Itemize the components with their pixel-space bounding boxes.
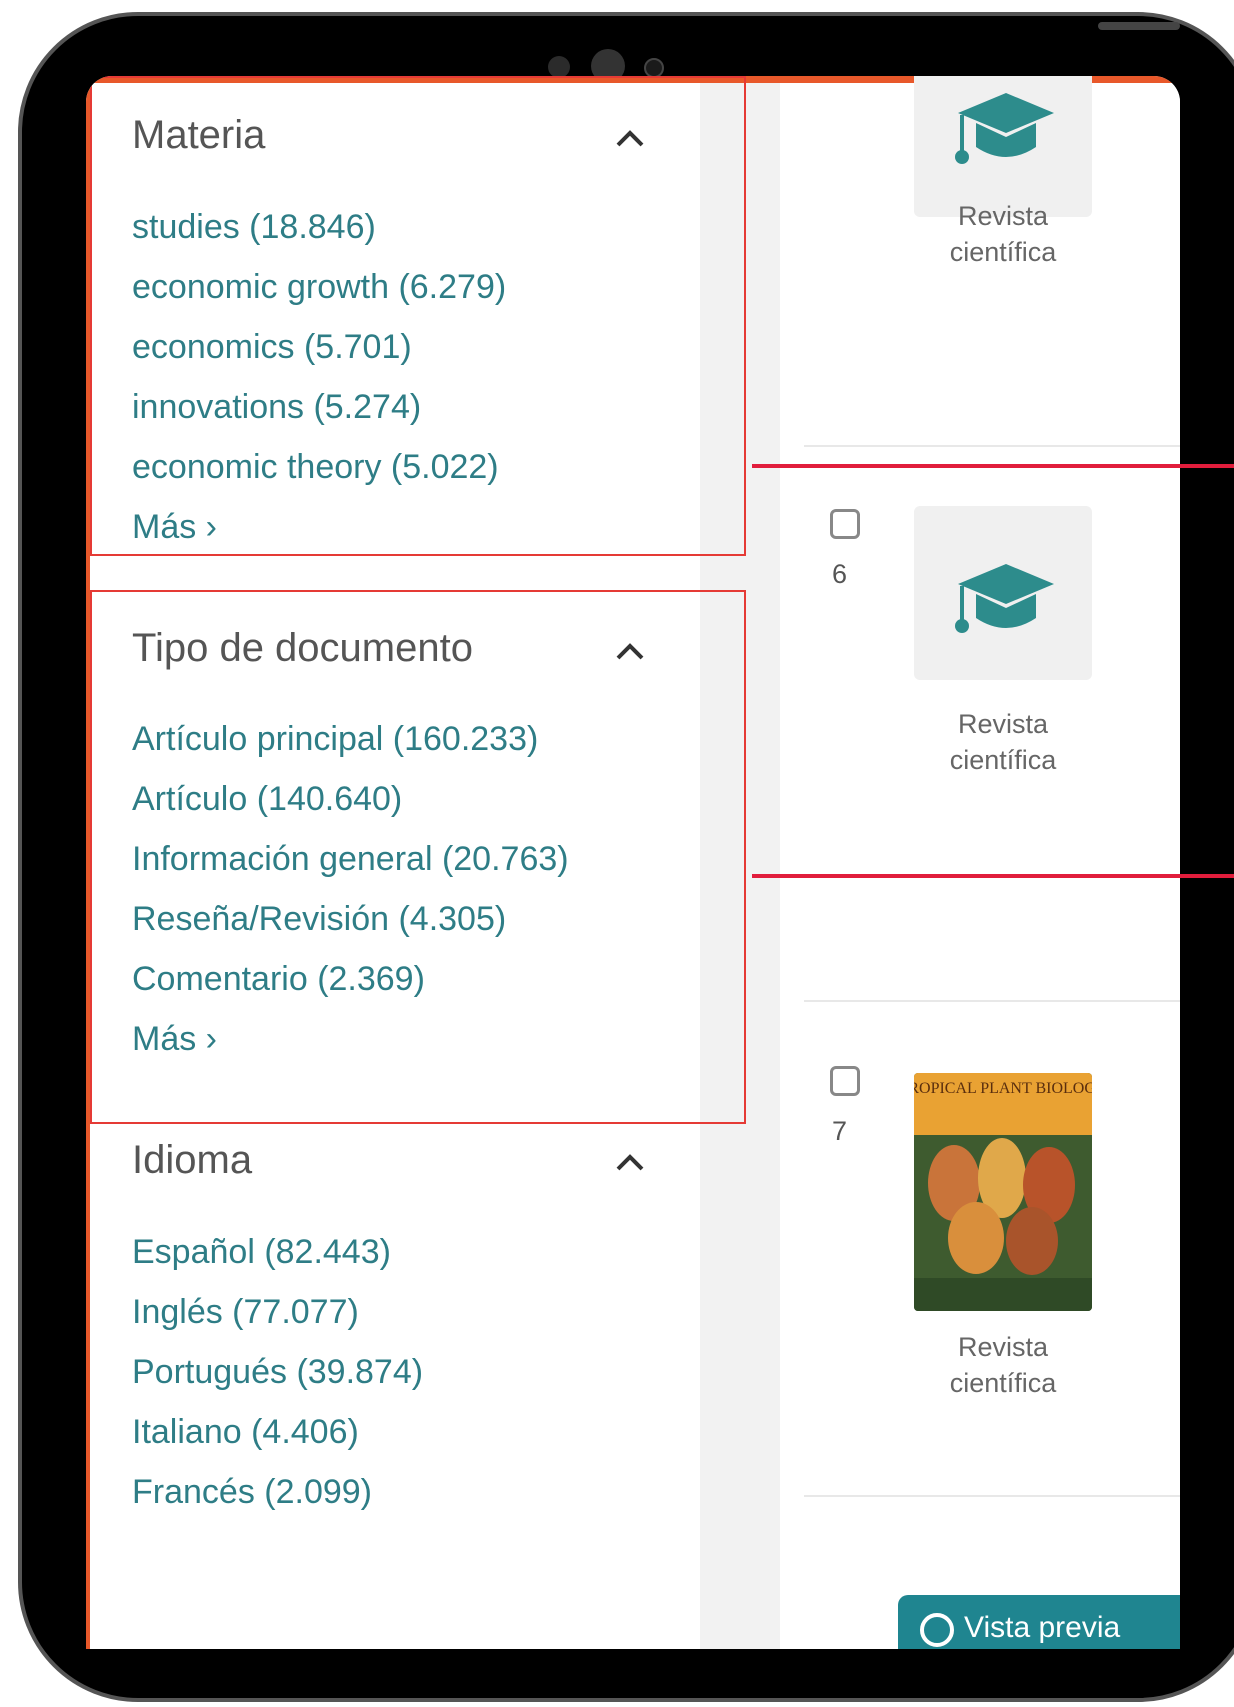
- preview-button[interactable]: Vista previa: [898, 1595, 1180, 1649]
- camera-flash: [644, 58, 664, 78]
- eye-icon: [920, 1613, 954, 1647]
- type-line: científica: [949, 237, 1057, 267]
- result-type: Revista científica: [914, 198, 1092, 270]
- type-line: científica: [949, 1368, 1057, 1398]
- callout-line-tipo: [752, 874, 1234, 878]
- result-number: 6: [832, 559, 848, 589]
- cover-image: TROPICAL PLANT BIOLOGY: [914, 1073, 1092, 1311]
- power-button: [1098, 22, 1180, 30]
- screen: Materia studies (18.846) economic growth…: [86, 76, 1180, 1649]
- divider: [804, 1000, 1180, 1002]
- graduation-cap-icon: [955, 93, 1054, 164]
- type-line: Revista: [957, 709, 1049, 739]
- type-line: Revista: [957, 1332, 1049, 1362]
- facet-item[interactable]: Italiano (4.406): [132, 1413, 359, 1452]
- result-type: Revista científica: [914, 706, 1092, 778]
- preview-button-label: Vista previa: [964, 1611, 1121, 1644]
- select-checkbox[interactable]: [830, 509, 860, 539]
- type-line: Revista: [957, 201, 1049, 231]
- facet-item[interactable]: Francés (2.099): [132, 1473, 372, 1512]
- callout-line-materia: [752, 464, 1234, 468]
- left-accent-bar: [86, 76, 90, 1649]
- highlight-tipo: [90, 590, 746, 1124]
- highlight-materia: [90, 76, 746, 556]
- chevron-up-icon[interactable]: [610, 1143, 650, 1183]
- result-type: Revista científica: [914, 1329, 1092, 1401]
- journal-cover[interactable]: TROPICAL PLANT BIOLOGY: [914, 1073, 1092, 1311]
- results-list: Revista científica 6 Revista científica …: [780, 76, 1180, 1649]
- graduation-cap-icon: [955, 564, 1054, 633]
- select-checkbox[interactable]: [830, 1066, 860, 1096]
- divider: [804, 445, 1180, 447]
- facet-item[interactable]: Español (82.443): [132, 1233, 391, 1272]
- facet-title-idioma: Idioma: [132, 1138, 253, 1182]
- facet-item[interactable]: Portugués (39.874): [132, 1353, 423, 1392]
- divider: [804, 1495, 1180, 1497]
- type-line: científica: [949, 745, 1057, 775]
- result-thumbnail[interactable]: [914, 506, 1092, 680]
- result-number: 7: [832, 1116, 848, 1146]
- cover-title: TROPICAL PLANT BIOLOGY: [914, 1080, 1092, 1097]
- facet-item[interactable]: Inglés (77.077): [132, 1293, 359, 1332]
- sensor-dot: [548, 56, 570, 78]
- result-thumbnail[interactable]: [914, 76, 1092, 217]
